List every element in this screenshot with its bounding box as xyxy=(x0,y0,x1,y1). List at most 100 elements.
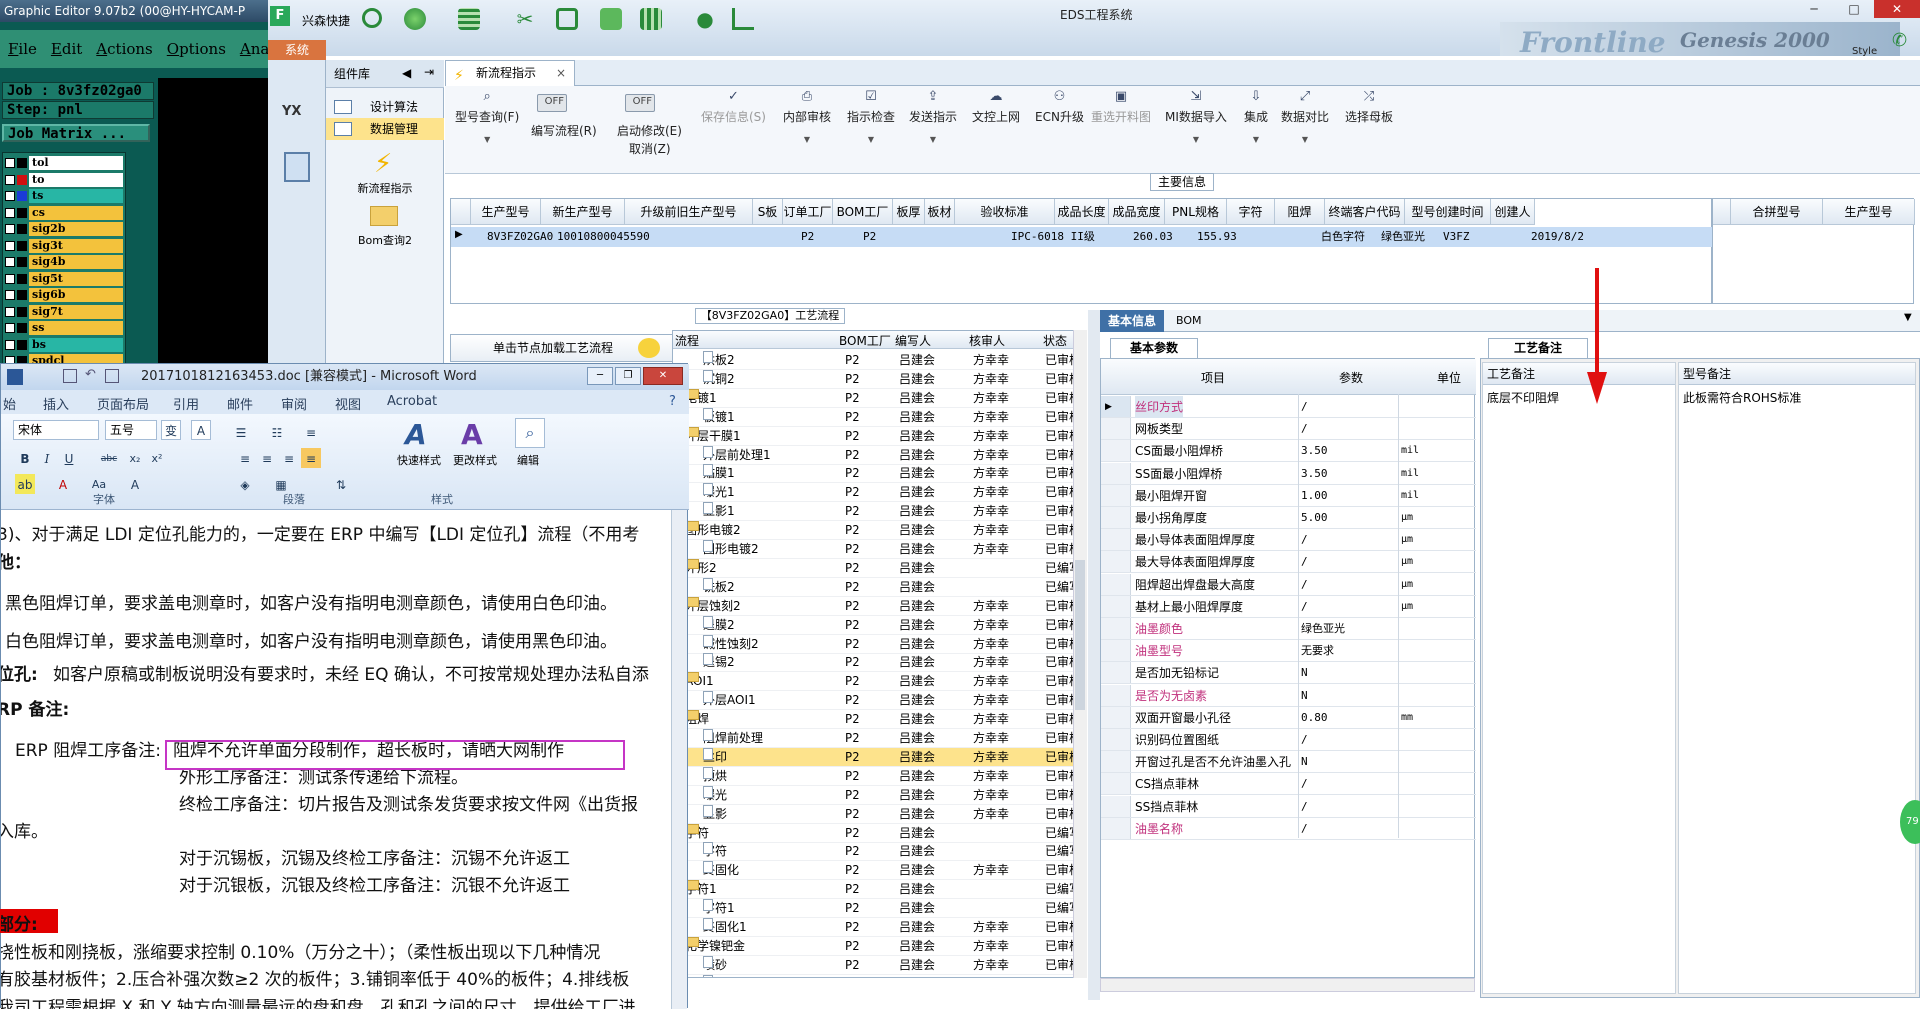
process-note-value[interactable]: 底层不印阻焊 xyxy=(1487,389,1559,406)
tree-row[interactable]: 显影1 P2 吕建会 方幸幸 已审核 xyxy=(673,502,1081,522)
tree-row[interactable]: 阻焊前处理 P2 吕建会 方幸幸 已审核 xyxy=(673,729,1081,748)
tree-row[interactable]: 曝光 P2 吕建会 方幸幸 已审核 xyxy=(673,785,1081,805)
bold-button[interactable]: B xyxy=(15,448,35,468)
word-close-button[interactable]: ✕ xyxy=(643,367,683,385)
param-value[interactable]: / xyxy=(1301,551,1308,573)
edit-flow-toggle[interactable]: OFF xyxy=(537,94,567,112)
tree-node[interactable]: 字符 xyxy=(703,842,727,861)
model-query-button[interactable]: ⌕ 型号查询(F) ▼ xyxy=(455,90,519,145)
tree-row[interactable]: 字符1 P2 吕建会 已编写 xyxy=(673,899,1081,919)
tree-row[interactable]: 外层前处理1 P2 吕建会 方幸幸 已审核 xyxy=(673,445,1081,465)
tree-row[interactable]: 终固化1 P2 吕建会 方幸幸 已审核 xyxy=(673,918,1081,937)
menu-edit[interactable]: Edit xyxy=(51,40,82,58)
layer-checkbox[interactable] xyxy=(5,339,15,350)
job-matrix-button[interactable]: Job Matrix ... xyxy=(2,124,150,142)
model-note-value[interactable]: 此板需符合ROHS标准 xyxy=(1683,389,1801,406)
param-row[interactable]: 是否加无铅标记 N xyxy=(1101,662,1476,685)
tree-row[interactable]: −阻焊P2吕建会方幸幸已审核 xyxy=(673,710,1081,730)
main-info-header[interactable]: 板材 xyxy=(925,199,955,225)
layer-checkbox[interactable] xyxy=(5,207,15,218)
param-value[interactable]: / xyxy=(1301,729,1308,751)
bullets-icon[interactable]: ☰ xyxy=(231,422,251,442)
chart-icon[interactable] xyxy=(732,8,754,30)
param-row[interactable]: 阻焊超出焊盘最大高度 / μm xyxy=(1101,573,1476,596)
binoculars-icon[interactable]: ⌕ xyxy=(515,418,545,448)
tree-row[interactable]: −字符1P2吕建会已编写 xyxy=(673,880,1081,900)
italic-button[interactable]: I xyxy=(37,448,57,468)
tree-row[interactable]: 板镀1 P2 吕建会 方幸幸 已审核 xyxy=(673,407,1081,427)
cell-mask[interactable]: 绿色亚光 xyxy=(1381,227,1425,247)
layer-row[interactable]: sig2b xyxy=(5,221,123,237)
phone-icon[interactable]: ✆ xyxy=(1892,30,1907,51)
chevron-down-icon[interactable]: ▼ xyxy=(1904,312,1912,323)
change-style-icon[interactable]: A xyxy=(461,418,491,451)
word-tab-view[interactable]: 视图 xyxy=(335,394,361,413)
param-value[interactable]: / xyxy=(1301,796,1308,818)
tree-node[interactable]: 贴膜1 xyxy=(703,464,735,483)
justify-icon[interactable]: ≡ xyxy=(301,448,321,468)
layer-row[interactable]: sig5t xyxy=(5,271,123,287)
change-style-label[interactable]: 更改样式 xyxy=(453,452,497,468)
tree-node[interactable]: 丝印 xyxy=(703,747,727,767)
layer-checkbox[interactable] xyxy=(5,273,15,284)
word-tab-review[interactable]: 审阅 xyxy=(281,394,307,413)
tree-row[interactable]: 终固化 P2 吕建会 方幸幸 已审核 xyxy=(673,861,1081,881)
layer-row[interactable]: sig7t xyxy=(5,304,123,320)
param-row[interactable]: 双面开窗最小孔径 0.80 mm xyxy=(1101,706,1476,729)
tree-node[interactable]: −字符 xyxy=(685,823,709,843)
param-value[interactable]: N xyxy=(1301,685,1308,707)
tree-row[interactable]: 贴膜1 P2 吕建会 方幸幸 已审核 xyxy=(673,464,1081,484)
cell-width[interactable]: 155.93 xyxy=(1197,227,1237,247)
ecn-upgrade-button[interactable]: ⚇ ECN升级 xyxy=(1035,90,1084,125)
align-left-icon[interactable]: ≡ xyxy=(235,448,255,468)
tree-node[interactable]: −化学镍钯金 xyxy=(685,936,745,956)
param-value[interactable]: / xyxy=(1301,396,1308,418)
cell-model[interactable]: 8V3FZ02GA0 xyxy=(487,227,553,247)
tree-node[interactable]: 板镀1 xyxy=(703,407,735,427)
layer-checkbox[interactable] xyxy=(5,240,15,251)
param-value[interactable]: 0.80 xyxy=(1301,707,1328,729)
process-notes-tab[interactable]: 工艺备注 xyxy=(1488,338,1588,358)
minimize-button[interactable]: ─ xyxy=(1794,0,1834,18)
basic-params-tab[interactable]: 基本参数 xyxy=(1110,338,1198,358)
tree-row[interactable]: −外形2P2吕建会已编写 xyxy=(673,558,1081,578)
word-tab-home[interactable]: 始 xyxy=(3,394,16,413)
tree-row[interactable]: 显影 P2 吕建会 方幸幸 已审核 xyxy=(673,804,1081,824)
tree-scroll-thumb[interactable] xyxy=(1075,560,1085,710)
param-row[interactable]: 最小阻焊开窗 1.00 mil xyxy=(1101,484,1476,507)
system-button[interactable]: 系统 xyxy=(268,40,326,60)
close-tab-icon[interactable]: × xyxy=(556,61,566,85)
tree-node[interactable]: 阻焊前处理 xyxy=(703,729,763,748)
main-info-header[interactable]: PNL规格 xyxy=(1165,199,1227,225)
main-info-header[interactable]: 升级前旧生产型号 xyxy=(625,199,753,225)
word-tab-acrobat[interactable]: Acrobat xyxy=(387,394,437,409)
param-row[interactable]: 识别码位置图纸 / xyxy=(1101,729,1476,751)
param-value[interactable]: / xyxy=(1301,596,1308,618)
tree-row[interactable]: 曝光1 P2 吕建会 方幸幸 已审核 xyxy=(673,483,1081,503)
param-value[interactable]: / xyxy=(1301,574,1308,596)
highlight-icon[interactable]: ab xyxy=(15,474,35,494)
params-horizontal-scrollbar[interactable] xyxy=(1100,978,1475,992)
print-icon[interactable] xyxy=(105,369,119,383)
strikethrough-button[interactable]: abc xyxy=(99,448,119,468)
undo-icon[interactable]: ↶ xyxy=(85,367,96,382)
param-row[interactable]: SS面最小阻焊桥 3.50 mil xyxy=(1101,462,1476,485)
calculator-icon[interactable] xyxy=(284,152,310,182)
tree-row[interactable]: 碱性蚀刻2 P2 吕建会 方幸幸 已审核 xyxy=(673,634,1081,654)
main-info-header[interactable]: 终端客户代码 xyxy=(1325,199,1405,225)
param-value[interactable]: N xyxy=(1301,662,1308,684)
main-info-header[interactable]: 订单工厂 xyxy=(783,199,833,225)
tree-row[interactable]: 烘板2 P2 吕建会 方幸幸 已审核 xyxy=(673,351,1081,370)
tab-new-flow-directive[interactable]: ⚡ 新流程指示 × xyxy=(445,60,575,86)
layer-row[interactable]: to xyxy=(5,172,123,188)
layer-checkbox[interactable] xyxy=(5,290,15,300)
layer-row[interactable]: tol xyxy=(5,155,123,171)
save-icon[interactable] xyxy=(63,369,77,383)
tree-node[interactable]: 沉铜2 xyxy=(703,369,735,389)
font-size-select[interactable]: 五号 xyxy=(105,420,157,440)
pin-icon[interactable]: ⇥ xyxy=(424,65,434,79)
panel-splitter[interactable] xyxy=(1088,310,1100,1000)
layer-checkbox[interactable] xyxy=(5,323,15,333)
word-tab-layout[interactable]: 页面布局 xyxy=(97,394,149,413)
cell-created[interactable]: 2019/8/2 xyxy=(1531,227,1584,247)
